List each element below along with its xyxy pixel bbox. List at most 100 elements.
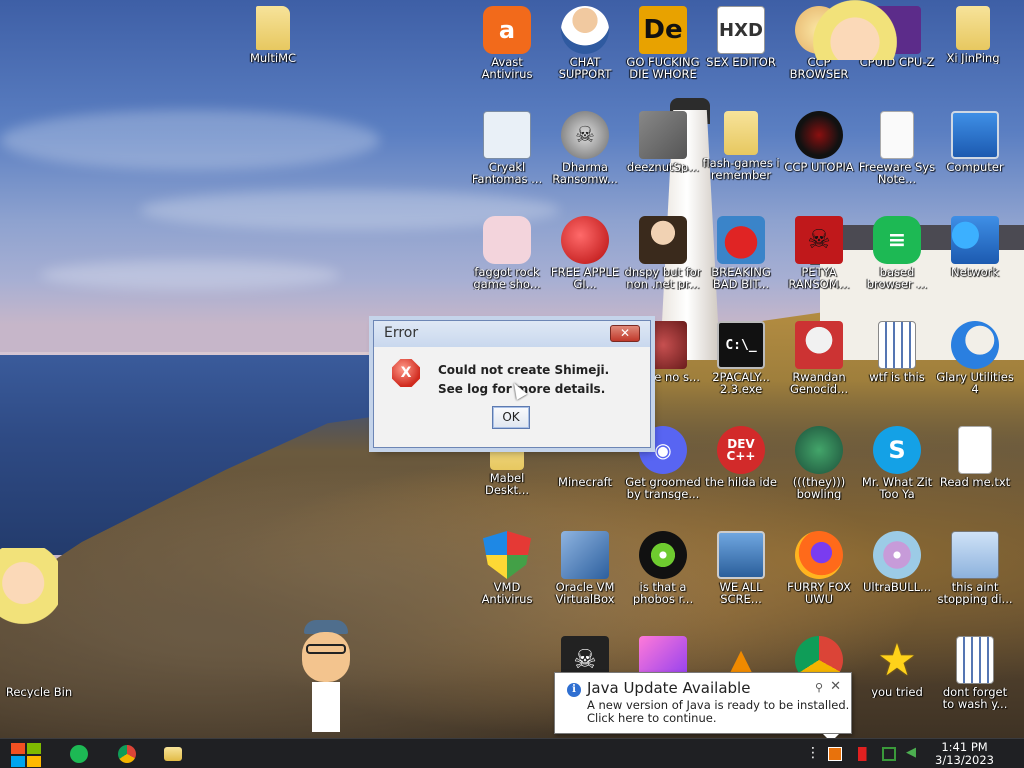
desktop-icon-xi-jinping[interactable]: Xi JinPing: [934, 6, 1012, 64]
icon-label: UltraBULL...: [863, 581, 931, 593]
desktop-icon-2pacaly[interactable]: C:\_ 2PACALY... 2.3.exe: [702, 321, 780, 395]
user-folder-icon: [956, 6, 990, 50]
ok-button[interactable]: OK: [492, 406, 530, 429]
icon-label: CHAT SUPPORT: [558, 56, 612, 80]
desktop-icon-we-all-scream[interactable]: WE ALL SCRE...: [702, 531, 780, 605]
icon-label: this aint stopping di...: [937, 581, 1013, 605]
skull-icon: ☠: [561, 111, 609, 159]
shield-icon: [483, 531, 531, 579]
icon-label: Rwandan Genocid...: [789, 371, 849, 395]
icq-icon: [639, 531, 687, 579]
petya-skull-icon: ☠: [795, 216, 843, 264]
notification-line2[interactable]: Click here to continue.: [587, 712, 849, 725]
icon-label: dont forget to wash y...: [942, 686, 1008, 710]
start-button[interactable]: [10, 741, 42, 767]
icon-label: the hilda ide: [705, 476, 777, 488]
desktop-icon-virtualbox[interactable]: Oracle VM VirtualBox: [546, 531, 624, 605]
desktop-icon-based-browser[interactable]: ≡ based browser ...: [858, 216, 936, 290]
desktop-icon-rwandan[interactable]: Rwandan Genocid...: [780, 321, 858, 395]
clock-date: 3/13/2023: [935, 753, 994, 767]
close-icon[interactable]: ✕: [830, 679, 841, 694]
icon-label: based browser ...: [866, 266, 928, 290]
icon-label: Glary Utilities 4: [936, 371, 1014, 395]
calendar-doc-icon: [878, 321, 916, 369]
taskbar-file-explorer-icon[interactable]: [164, 747, 182, 761]
icon-label: WE ALL SCRE...: [719, 581, 763, 605]
virtualbox-icon: [561, 531, 609, 579]
close-button[interactable]: ✕: [610, 325, 640, 342]
icon-label: Freeware Sys Note...: [858, 161, 936, 185]
apple-icon: [561, 216, 609, 264]
desktop-icon-wtf-is-this[interactable]: wtf is this: [858, 321, 936, 383]
desktop-icon-free-apple[interactable]: FREE APPLE GI...: [546, 216, 624, 290]
text-file-icon: [958, 426, 992, 474]
icon-label: is that a phobos r...: [632, 581, 694, 605]
desktop-icon-phobos[interactable]: is that a phobos r...: [624, 531, 702, 605]
desktop-icon-dharma[interactable]: ☠ Dharma Ransomw...: [546, 111, 624, 185]
folder-icon: [256, 6, 290, 50]
pin-icon[interactable]: ⚲: [815, 681, 823, 694]
desktop-icon-bowling[interactable]: (((they))) bowling: [780, 426, 858, 500]
taskbar-app-chat-icon[interactable]: [70, 745, 88, 763]
icon-label: Xi JinPing: [946, 52, 1000, 64]
document-icon: [880, 111, 914, 159]
desktop-icon-skype[interactable]: S Mr. What Zit Too Ya: [858, 426, 936, 500]
desktop-icon-freeware-notes[interactable]: Freeware Sys Note...: [858, 111, 936, 185]
desktop-icon-you-tried[interactable]: ★ you tried: [858, 635, 936, 699]
angry-bird-icon: [717, 216, 765, 264]
taskbar-chrome-icon[interactable]: [118, 745, 136, 763]
desktop-icon-computer[interactable]: Computer: [936, 111, 1014, 173]
hxd-icon: HXD: [717, 6, 765, 54]
network-tray-icon[interactable]: [882, 747, 896, 761]
desktop-icon-dnspy[interactable]: dnspy but for non .net pr...: [624, 216, 702, 290]
desktop-icon-vmd-antivirus[interactable]: VMD Antivirus: [468, 531, 546, 605]
icon-label: Avast Antivirus: [481, 56, 533, 80]
desktop-icon-hxd[interactable]: HXD SEX EDITOR: [702, 6, 780, 68]
desktop-icon-rock-game[interactable]: faggot rock game sho...: [468, 216, 546, 290]
desktop-icon-cryakl[interactable]: Cryakl Fantomas ...: [468, 111, 546, 185]
desktop-icon-deeznut[interactable]: deeznutSp...: [624, 111, 702, 173]
desktop-icon-avast[interactable]: a Avast Antivirus: [468, 6, 546, 80]
avast-icon: a: [483, 6, 531, 54]
desktop-icon-hilda-ide[interactable]: DEV C++ the hilda ide: [702, 426, 780, 488]
desktop-icon-firefox[interactable]: FURRY FOX UWU: [780, 531, 858, 605]
desktop-icon-chat-support[interactable]: CHAT SUPPORT: [546, 6, 624, 80]
desktop-icon-flash-games[interactable]: flash-games i remember: [702, 111, 780, 181]
desktop-icon-depends[interactable]: De GO FUCKING DIE WHORE: [624, 6, 702, 80]
mascot-hank-hill: [298, 620, 354, 736]
desktop-icon-multimc[interactable]: MultiMC: [234, 6, 312, 64]
java-update-notification[interactable]: i Java Update Available A new version of…: [554, 672, 852, 742]
windows-logo-pane: [27, 756, 41, 767]
desktop-icon-this-aint-stopping[interactable]: this aint stopping di...: [936, 531, 1014, 605]
desktop-icon-ultrabull[interactable]: UltraBULL...: [858, 531, 936, 593]
notification-body[interactable]: A new version of Java is ready to be ins…: [587, 699, 849, 725]
icon-label: 2PACALY... 2.3.exe: [712, 371, 770, 395]
icon-label: Recycle Bin: [5, 686, 73, 698]
error-dialog-titlebar[interactable]: Error ✕: [374, 321, 650, 347]
windows-logo-pane: [11, 756, 25, 767]
desktop-icon-readme[interactable]: Read me.txt: [936, 426, 1014, 488]
tray-overflow-icon[interactable]: ⋮: [806, 745, 820, 761]
desktop-icon-ccp-utopia[interactable]: CCP UTOPIA: [780, 111, 858, 173]
portrait-icon: [639, 216, 687, 264]
devcpp-icon: DEV C++: [717, 426, 765, 474]
desktop-icon-petya[interactable]: ☠ PETYA RANSOM...: [780, 216, 858, 290]
desktop-icon-glary[interactable]: Glary Utilities 4: [936, 321, 1014, 395]
clock[interactable]: 1:41 PM 3/13/2023: [935, 741, 994, 767]
icon-label: dnspy but for non .net pr...: [624, 266, 702, 290]
icon-label: Mabel Deskt...: [484, 472, 530, 496]
desktop-icon-dont-forget[interactable]: dont forget to wash y...: [936, 636, 1014, 710]
doctor-icon: [561, 6, 609, 54]
mascot-star-top: [800, 0, 910, 60]
icon-label: GO FUCKING DIE WHORE: [626, 56, 700, 80]
calendar-doc-icon: [956, 636, 994, 684]
desktop-icon-network[interactable]: Network: [936, 216, 1014, 278]
java-tray-icon[interactable]: [828, 747, 842, 761]
icon-label: PETYA RANSOM...: [788, 266, 850, 290]
error-dialog-title: Error: [384, 325, 419, 341]
icon-label: MultiMC: [249, 52, 297, 64]
action-center-flag-icon[interactable]: [858, 747, 872, 761]
desktop-icon-breaking-bad[interactable]: BREAKING BAD BIT...: [702, 216, 780, 290]
volume-icon[interactable]: ◀: [906, 745, 920, 760]
icon-label: (((they))) bowling: [792, 476, 846, 500]
